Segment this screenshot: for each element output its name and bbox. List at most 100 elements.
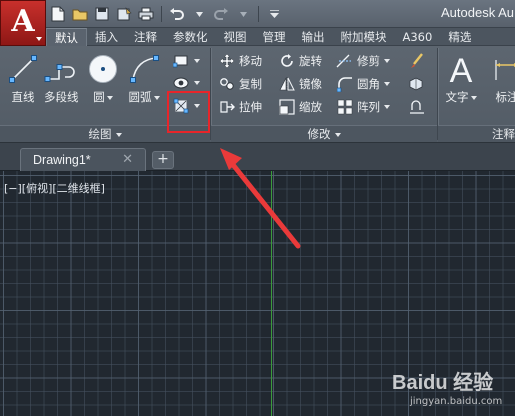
tab-annotate[interactable]: 注释 [126,28,165,46]
qat-separator [258,6,259,22]
mirror-icon [279,77,295,91]
line-tool-label: 直线 [11,90,35,104]
svg-text:A: A [450,52,473,86]
rectangle-icon [173,55,188,68]
quick-access-toolbar [48,3,284,25]
open-file-button[interactable] [70,4,90,24]
polyline-icon [44,64,75,82]
file-tab-name: Drawing1* [33,153,91,167]
tab-featured[interactable]: 精选 [440,28,479,46]
tab-output[interactable]: 输出 [294,28,333,46]
rectangle-tool-button[interactable] [172,51,200,71]
offset-tool-button[interactable] [408,97,426,117]
hatch-tool-button[interactable] [172,73,200,93]
tab-parametric[interactable]: 参数化 [165,28,216,46]
new-file-button[interactable] [48,4,68,24]
chevron-down-icon [470,95,477,100]
fillet-tool-label: 圆角 [357,77,380,91]
mirror-tool-button[interactable]: 镜像 [278,74,322,94]
chevron-down-icon [194,59,200,63]
circle-tool-label: 圆 [93,89,113,105]
dimension-tool-button[interactable]: 标注 [490,51,515,105]
polyline-tool-button[interactable]: 多段线 [44,51,79,105]
watermark-brand: Baidu 经验 [392,372,494,394]
ribbon-panel-area: 直线 多段线 圆 圆弧 绘图 移动 旋转 修剪 复制 镜像 圆角 拉伸 缩放 阵… [0,46,515,143]
trim-tool-button[interactable]: 修剪 [336,51,390,71]
text-tool-button[interactable]: A 文字 [444,51,478,105]
save-button[interactable] [92,4,112,24]
tab-addins[interactable]: 附加模块 [333,28,395,46]
plus-icon: + [157,151,169,167]
array-tool-label: 阵列 [357,100,380,114]
undo-dropdown[interactable] [189,4,209,24]
array-icon [337,99,353,115]
explode-tool-button[interactable] [408,74,426,94]
rotate-tool-button[interactable]: 旋转 [278,51,322,71]
chevron-down-icon [384,59,390,63]
tab-a360[interactable]: A360 [395,28,441,46]
undo-button[interactable] [167,4,187,24]
save-icon [95,7,109,21]
move-tool-button[interactable]: 移动 [218,51,262,71]
baidu-watermark: Baidu 经验 jingyan.baidu.com [392,366,502,407]
arc-icon [130,55,159,83]
rotate-icon [281,54,293,67]
y-axis-line [271,171,272,416]
autocad-logo: A [11,4,35,39]
dimension-icon [495,60,515,80]
chevron-down-icon [269,10,279,18]
qat-separator [161,6,162,22]
rotate-tool-label: 旋转 [299,54,322,68]
chevron-down-icon [384,82,390,86]
tab-home[interactable]: 默认 [46,28,87,46]
chevron-down-icon [195,11,203,17]
trim-icon [336,54,351,68]
eraser-icon [411,53,423,68]
tab-manage[interactable]: 管理 [255,28,294,46]
copy-icon [220,78,234,90]
redo-button[interactable] [211,4,231,24]
close-icon[interactable]: ✕ [122,152,133,167]
stretch-icon [220,101,235,113]
printer-icon [138,7,154,21]
tab-view[interactable]: 视图 [216,28,255,46]
annotation-panel-title[interactable]: 注释 [438,125,515,142]
chevron-down-icon [239,11,247,17]
move-tool-label: 移动 [239,54,262,68]
new-tab-button[interactable]: + [152,151,174,169]
modify-panel-title[interactable]: 修改 [211,125,437,142]
ribbon-tab-bar: 默认 插入 注释 参数化 视图 管理 输出 附加模块 A360 精选 [0,28,515,46]
arc-tool-button[interactable]: 圆弧 [127,51,161,105]
fillet-tool-button[interactable]: 圆角 [336,74,390,94]
stretch-tool-label: 拉伸 [239,100,262,114]
scale-tool-button[interactable]: 缩放 [278,97,322,117]
line-icon [9,55,37,83]
copy-tool-button[interactable]: 复制 [218,74,262,94]
chevron-down-icon [384,105,390,109]
save-as-button[interactable] [114,4,134,24]
redo-dropdown[interactable] [233,4,253,24]
circle-tool-button[interactable]: 圆 [86,51,120,105]
dimension-tool-label: 标注 [495,90,515,104]
application-menu-button[interactable]: A [0,0,46,46]
print-button[interactable] [136,4,156,24]
title-bar: Autodesk Au [0,0,515,28]
chevron-down-icon [153,95,160,100]
trim-tool-label: 修剪 [357,54,380,68]
text-icon: A [450,52,473,86]
undo-icon [170,8,184,20]
file-tab-drawing1[interactable]: Drawing1* ✕ [20,148,146,171]
app-title: Autodesk Au [441,5,514,20]
chevron-down-icon [115,132,122,137]
customize-qat-button[interactable] [264,4,284,24]
explode-icon [409,77,423,91]
tool-highlight-box [167,91,210,133]
tab-insert[interactable]: 插入 [87,28,126,46]
stretch-tool-button[interactable]: 拉伸 [218,97,262,117]
array-tool-button[interactable]: 阵列 [336,97,390,117]
erase-tool-button[interactable] [408,51,426,71]
line-tool-button[interactable]: 直线 [6,51,40,105]
hatch-icon [173,77,189,89]
viewport-controls-label[interactable]: [−][俯视][二维线框] [4,180,105,196]
chevron-down-icon [106,95,113,100]
